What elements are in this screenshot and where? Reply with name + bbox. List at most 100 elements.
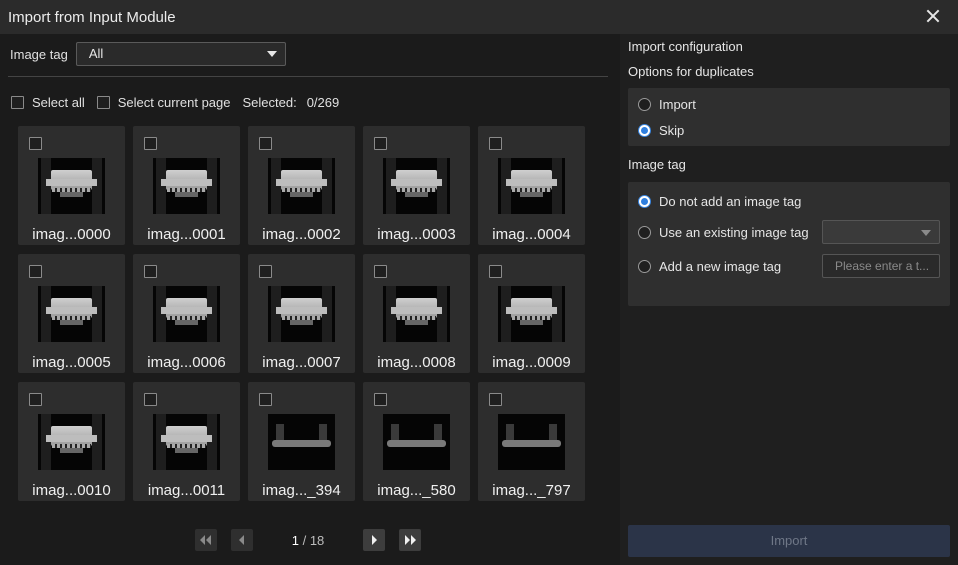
- existing-image-tag-radio[interactable]: Use an existing image tag: [638, 225, 809, 240]
- image-tag-select[interactable]: All: [75, 42, 286, 66]
- pagination: 1 / 18: [195, 529, 421, 551]
- checkbox-icon: [11, 95, 24, 109]
- image-card-checkbox[interactable]: [489, 137, 502, 150]
- image-card-name: imag...0005: [32, 354, 111, 371]
- image-card[interactable]: imag...0004: [478, 126, 585, 245]
- image-thumbnail: [153, 414, 220, 470]
- image-card-name: imag...0000: [32, 226, 111, 243]
- existing-image-tag-select[interactable]: [822, 220, 940, 244]
- radio-icon: [638, 195, 651, 208]
- radio-icon: [638, 226, 651, 239]
- duplicates-options: Import Skip: [628, 88, 950, 146]
- image-card-checkbox[interactable]: [29, 265, 42, 278]
- chevron-right-icon: [372, 535, 377, 545]
- image-thumbnail: [268, 158, 335, 214]
- divider: [8, 76, 608, 77]
- duplicates-skip-label: Skip: [659, 123, 685, 138]
- image-card-name: imag...0001: [147, 226, 226, 243]
- image-card-checkbox[interactable]: [144, 265, 157, 278]
- duplicates-import-label: Import: [659, 97, 696, 112]
- dialog-title: Import from Input Module: [8, 9, 176, 26]
- select-current-page-checkbox[interactable]: Select current page: [96, 95, 230, 110]
- image-card-name: imag...0006: [147, 354, 226, 371]
- selection-bar: Select all Select current page Selected:…: [11, 93, 339, 111]
- last-page-button[interactable]: [399, 529, 421, 551]
- next-page-button[interactable]: [363, 529, 385, 551]
- image-thumbnail: [38, 414, 105, 470]
- image-card-checkbox[interactable]: [374, 137, 387, 150]
- image-card[interactable]: imag...0008: [363, 254, 470, 373]
- image-card[interactable]: imag...0000: [18, 126, 125, 245]
- no-image-tag-label: Do not add an image tag: [659, 194, 802, 209]
- image-tag-filter: Image tag All: [10, 42, 286, 66]
- select-all-checkbox[interactable]: Select all: [11, 95, 85, 110]
- image-card-checkbox[interactable]: [144, 137, 157, 150]
- image-card-checkbox[interactable]: [144, 393, 157, 406]
- image-tag-filter-label: Image tag: [10, 46, 68, 62]
- image-thumbnail: [383, 414, 450, 470]
- image-card-name: imag...0008: [377, 354, 456, 371]
- image-thumbnail: [38, 158, 105, 214]
- current-page: 1: [291, 532, 299, 548]
- selected-count: 0/269: [306, 94, 340, 110]
- image-card[interactable]: imag...0003: [363, 126, 470, 245]
- image-card-checkbox[interactable]: [374, 265, 387, 278]
- image-card[interactable]: imag...0011: [133, 382, 240, 501]
- image-card-name: imag...0004: [492, 226, 571, 243]
- duplicates-heading: Options for duplicates: [628, 64, 754, 79]
- image-thumbnail: [268, 286, 335, 342]
- new-image-tag-input[interactable]: [822, 254, 940, 278]
- checkbox-icon: [96, 95, 110, 109]
- chevron-down-icon: [266, 51, 277, 57]
- image-thumbnail: [153, 286, 220, 342]
- title-bar: Import from Input Module: [0, 0, 958, 34]
- image-card-name: imag...0010: [32, 482, 111, 499]
- image-tag-options: Do not add an image tag Use an existing …: [628, 182, 950, 306]
- image-card-checkbox[interactable]: [489, 265, 502, 278]
- image-card[interactable]: imag...0006: [133, 254, 240, 373]
- close-icon[interactable]: [926, 9, 940, 23]
- image-card[interactable]: imag...0001: [133, 126, 240, 245]
- image-card-checkbox[interactable]: [259, 393, 272, 406]
- image-card[interactable]: imag...0005: [18, 254, 125, 373]
- image-card[interactable]: imag..._580: [363, 382, 470, 501]
- image-card-name: imag..._797: [492, 482, 571, 499]
- image-thumbnail: [153, 158, 220, 214]
- image-card-checkbox[interactable]: [374, 393, 387, 406]
- existing-image-tag-label: Use an existing image tag: [659, 225, 809, 240]
- chevron-left-icon: [239, 535, 244, 545]
- image-card[interactable]: imag...0002: [248, 126, 355, 245]
- no-image-tag-radio[interactable]: Do not add an image tag: [638, 194, 801, 209]
- image-tag-select-value: All: [88, 46, 104, 61]
- image-card-checkbox[interactable]: [259, 265, 272, 278]
- image-card-name: imag..._580: [377, 482, 456, 499]
- total-pages: 18: [309, 532, 325, 548]
- double-chevron-right-icon: [405, 535, 416, 545]
- image-thumbnail: [383, 286, 450, 342]
- radio-icon: [638, 260, 651, 273]
- image-tag-heading: Image tag: [628, 157, 686, 172]
- import-configuration-heading: Import configuration: [628, 39, 743, 54]
- image-card-checkbox[interactable]: [489, 393, 502, 406]
- duplicates-import-radio[interactable]: Import: [638, 97, 696, 112]
- radio-icon: [638, 98, 651, 111]
- image-card[interactable]: imag..._797: [478, 382, 585, 501]
- import-button[interactable]: Import: [628, 525, 950, 557]
- image-card-name: imag...0011: [147, 482, 226, 499]
- new-image-tag-radio[interactable]: Add a new image tag: [638, 259, 781, 274]
- image-card-name: imag...0003: [377, 226, 456, 243]
- first-page-button[interactable]: [195, 529, 217, 551]
- image-card-checkbox[interactable]: [29, 393, 42, 406]
- double-chevron-left-icon: [200, 535, 211, 545]
- selected-label: Selected:: [242, 94, 297, 110]
- image-browser-panel: Image tag All Select all Select current …: [0, 34, 620, 565]
- previous-page-button[interactable]: [231, 529, 253, 551]
- image-card[interactable]: imag..._394: [248, 382, 355, 501]
- image-card[interactable]: imag...0009: [478, 254, 585, 373]
- duplicates-skip-radio[interactable]: Skip: [638, 123, 684, 138]
- select-all-label: Select all: [32, 94, 85, 110]
- image-card-checkbox[interactable]: [29, 137, 42, 150]
- image-card[interactable]: imag...0007: [248, 254, 355, 373]
- image-card-checkbox[interactable]: [259, 137, 272, 150]
- image-card[interactable]: imag...0010: [18, 382, 125, 501]
